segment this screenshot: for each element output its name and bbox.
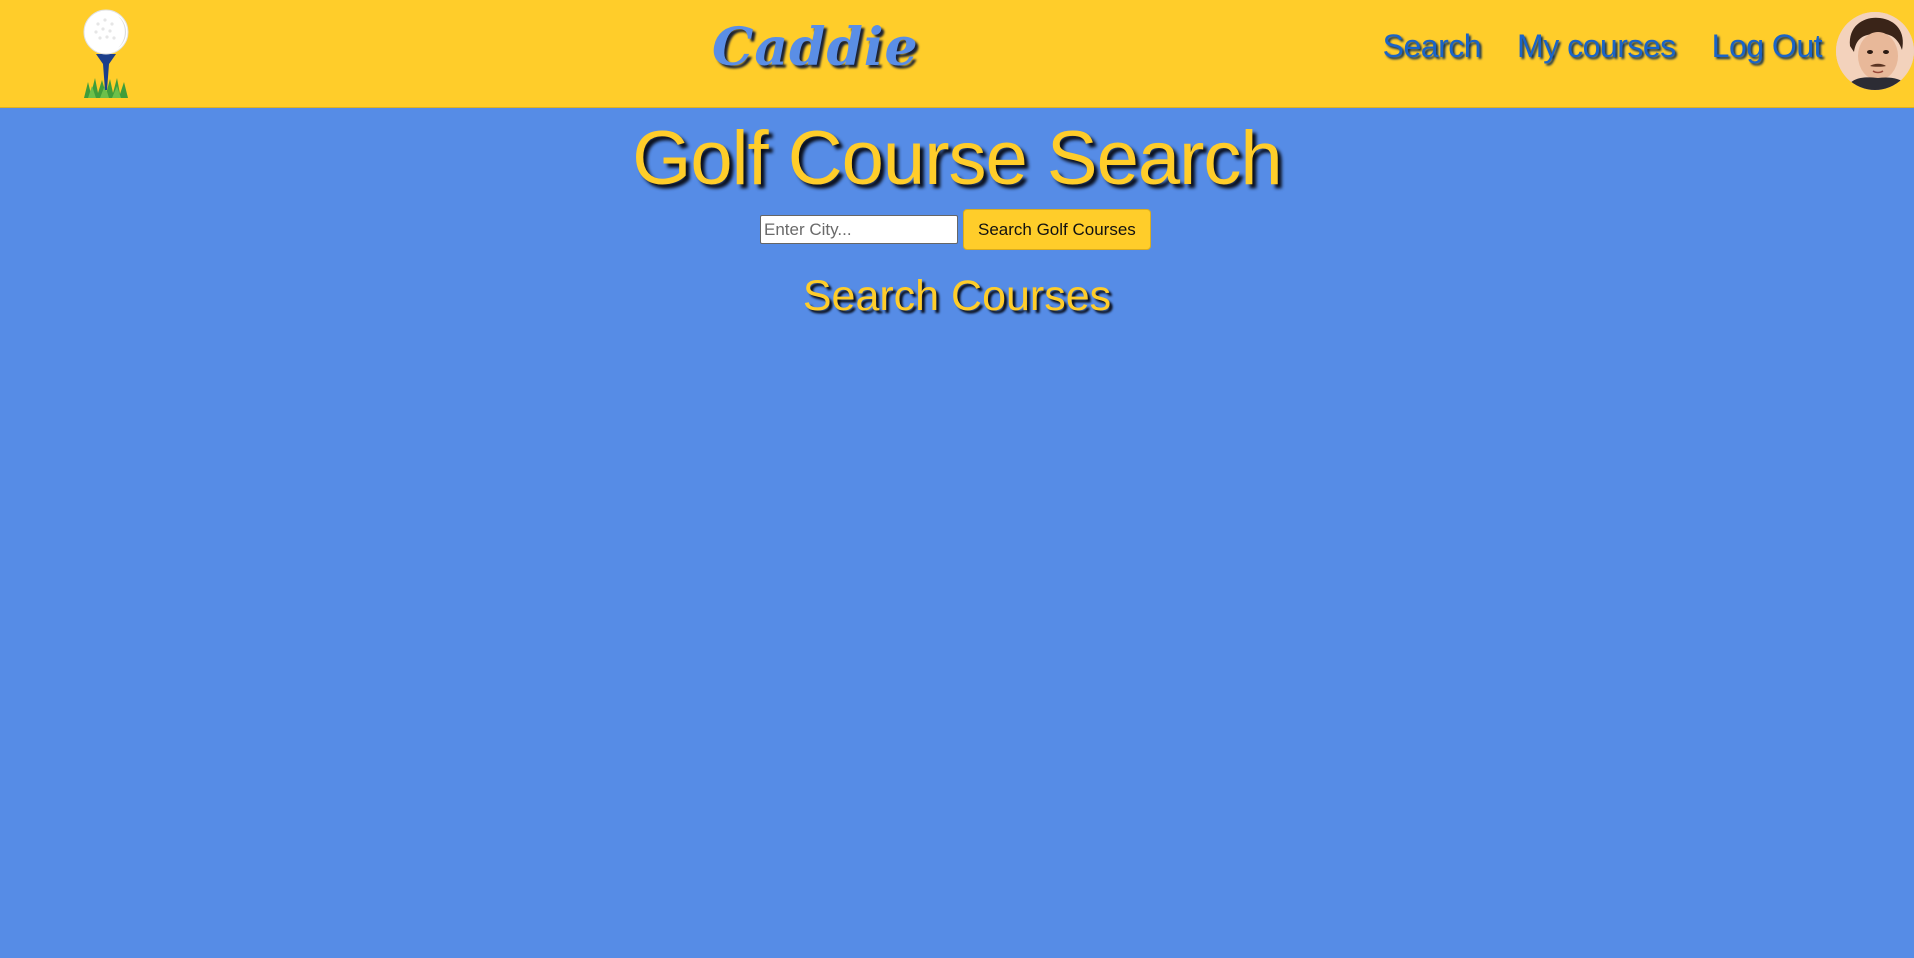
nav-link-search[interactable]: Search (1383, 22, 1482, 70)
search-golf-courses-button[interactable]: Search Golf Courses (963, 209, 1151, 250)
search-form: Search Golf Courses (760, 209, 1151, 250)
nav-link-log-out[interactable]: Log Out (1712, 22, 1823, 70)
city-search-input[interactable] (760, 215, 958, 244)
user-avatar[interactable] (1836, 12, 1914, 90)
brand-title[interactable]: Caddie (712, 10, 919, 86)
top-navbar: Caddie Search My courses Log Out (0, 0, 1914, 108)
results-section-title: Search Courses (802, 272, 1112, 320)
page-title: Golf Course Search (632, 116, 1282, 201)
golf-tee-logo-icon[interactable] (78, 6, 134, 100)
nav-links: Search My courses Log Out (1383, 22, 1823, 70)
nav-link-my-courses[interactable]: My courses (1517, 22, 1676, 70)
